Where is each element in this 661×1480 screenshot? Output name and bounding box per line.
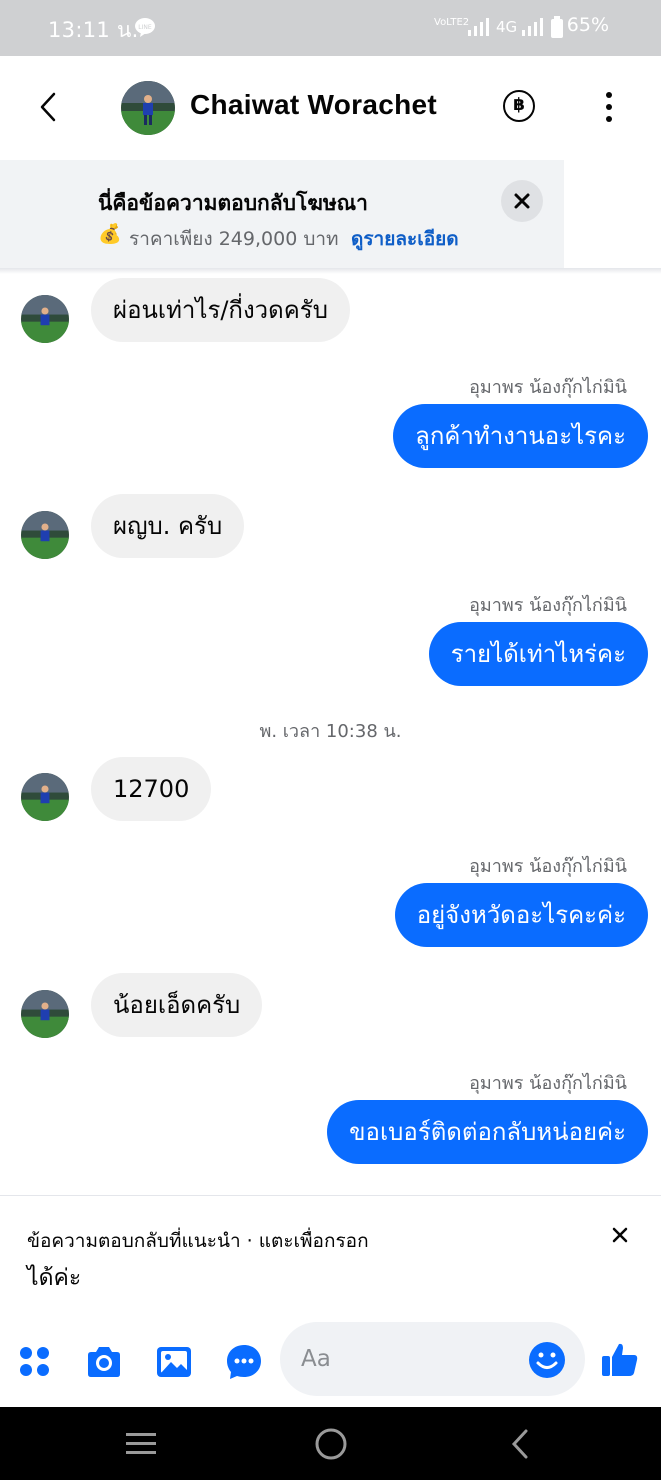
outgoing-message[interactable]: ขอเบอร์ติดต่อกลับหน่อยค่ะ bbox=[327, 1100, 648, 1164]
incoming-message[interactable]: ผ่อนเท่าไร/กี่งวดครับ bbox=[91, 278, 350, 342]
nav-home-icon[interactable] bbox=[314, 1427, 348, 1461]
emoji-icon[interactable] bbox=[527, 1340, 567, 1380]
message-timestamp: พ. เวลา 10:38 น. bbox=[259, 721, 402, 742]
sender-name: อุมาพร น้องกุ๊กไก่มินิ bbox=[469, 856, 627, 877]
contact-name[interactable]: Chaiwat Worachet bbox=[190, 89, 437, 121]
baht-icon[interactable]: ฿ bbox=[503, 90, 535, 122]
close-icon bbox=[514, 193, 530, 209]
sender-name: อุมาพร น้องกุ๊กไก่มินิ bbox=[469, 377, 627, 398]
nav-menu-icon[interactable] bbox=[124, 1430, 158, 1458]
sender-name: อุมาพร น้องกุ๊กไก่มินิ bbox=[469, 595, 627, 616]
gallery-icon[interactable] bbox=[154, 1342, 194, 1382]
like-icon[interactable] bbox=[600, 1340, 640, 1380]
svg-text:LINE: LINE bbox=[138, 24, 152, 31]
battery-percent: 65% bbox=[566, 14, 609, 36]
camera-icon[interactable] bbox=[84, 1342, 124, 1382]
apps-icon[interactable] bbox=[15, 1342, 55, 1382]
back-arrow-icon bbox=[40, 92, 56, 122]
back-button[interactable] bbox=[30, 90, 70, 134]
chat-bubble-icon[interactable] bbox=[224, 1342, 264, 1382]
nav-back-icon[interactable] bbox=[508, 1428, 534, 1460]
sender-avatar[interactable] bbox=[21, 773, 69, 821]
close-suggestion-button[interactable] bbox=[609, 1224, 631, 1246]
outgoing-message[interactable]: อยู่จังหวัดอะไรคะค่ะ bbox=[394, 883, 648, 947]
sender-avatar[interactable] bbox=[21, 990, 69, 1038]
sender-avatar[interactable] bbox=[21, 511, 69, 559]
sender-name: อุมาพร น้องกุ๊กไก่มินิ bbox=[469, 1073, 627, 1094]
incoming-message[interactable]: ผญบ. ครับ bbox=[91, 494, 245, 558]
money-bag-icon: 💰 bbox=[98, 223, 122, 245]
header-divider bbox=[0, 268, 661, 274]
signal-icon-2 bbox=[522, 18, 544, 40]
outgoing-message[interactable]: ลูกค้าทำงานอะไรคะ bbox=[393, 404, 648, 468]
ad-banner-title: นี่คือข้อความตอบกลับโฆษณา bbox=[98, 191, 368, 215]
status-time: 13:11 น. bbox=[48, 18, 139, 42]
line-notification-icon: LINE bbox=[134, 17, 156, 37]
incoming-message[interactable]: 12700 bbox=[91, 757, 212, 821]
network-type: 4G bbox=[496, 18, 518, 36]
suggested-reply-label: ข้อความตอบกลับที่แนะนำ · แตะเพื่อกรอก bbox=[27, 1230, 369, 1252]
more-vertical-icon[interactable] bbox=[596, 92, 622, 122]
volte-icon: VoLTE2 bbox=[434, 17, 470, 28]
signal-icon bbox=[468, 18, 490, 40]
view-details-link[interactable]: ดูรายละเอียด bbox=[351, 224, 459, 254]
close-icon bbox=[612, 1227, 628, 1243]
battery-icon bbox=[551, 16, 563, 42]
contact-avatar[interactable] bbox=[121, 81, 175, 135]
ad-price: ราคาเพียง 249,000 บาท bbox=[129, 228, 339, 250]
status-bar: 13:11 น. LINE VoLTE2 4G 65% bbox=[0, 0, 661, 56]
close-banner-button[interactable] bbox=[501, 180, 543, 222]
message-input-placeholder: Aa bbox=[301, 1346, 331, 1372]
suggested-reply-text[interactable]: ได้ค่ะ bbox=[27, 1260, 81, 1296]
incoming-message[interactable]: น้อยเอ็ดครับ bbox=[91, 973, 263, 1037]
outgoing-message[interactable]: รายได้เท่าไหร่คะ bbox=[428, 622, 648, 686]
sender-avatar[interactable] bbox=[21, 295, 69, 343]
